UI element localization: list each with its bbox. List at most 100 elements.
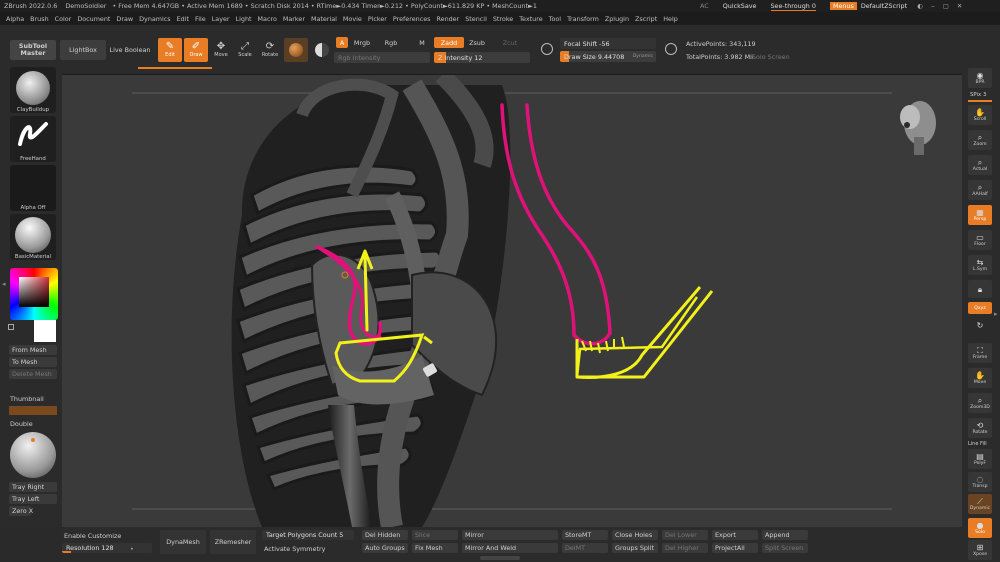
split-screen-button[interactable]: Split Screen: [762, 543, 808, 553]
menu-brush[interactable]: Brush: [30, 15, 48, 23]
frame-button[interactable]: ⛶ Frame: [968, 343, 992, 363]
to-mesh-button[interactable]: To Mesh: [9, 357, 57, 367]
menu-material[interactable]: Material: [311, 15, 337, 23]
dynamic-persp-button[interactable]: ⟋ Dynamic: [968, 494, 992, 514]
live-boolean-button[interactable]: Live Boolean: [108, 40, 152, 60]
del-higher-button[interactable]: Del Higher: [662, 543, 708, 553]
lock-button[interactable]: 🔒︎: [968, 280, 992, 298]
del-lower-button[interactable]: Del Lower: [662, 530, 708, 540]
activate-symmetry-button[interactable]: Activate Symmetry: [264, 545, 325, 553]
floor-button[interactable]: ▭ Floor: [968, 230, 992, 250]
menu-transform[interactable]: Transform: [567, 15, 599, 23]
xyz-button[interactable]: Qxyz: [968, 302, 992, 314]
menu-texture[interactable]: Texture: [519, 15, 542, 23]
rotate-axis-button[interactable]: ↻: [968, 318, 992, 332]
menu-zplugin[interactable]: Zplugin: [605, 15, 629, 23]
move-view-button[interactable]: ✋ Move: [968, 368, 992, 388]
slice-button[interactable]: Slice: [412, 530, 458, 540]
transp-button[interactable]: ◌ Transp: [968, 472, 992, 492]
canvas-viewport[interactable]: [62, 75, 962, 527]
spix-slider[interactable]: SPix 3: [970, 92, 986, 98]
del-mt-button[interactable]: DelMT: [562, 543, 608, 553]
main-color-swatch[interactable]: [8, 324, 14, 330]
thumbnail-selector[interactable]: [9, 406, 57, 415]
color-picker[interactable]: [10, 268, 58, 320]
scroll-button[interactable]: ✋ Scroll: [968, 105, 992, 125]
z-intensity-slider[interactable]: Z Intensity 12: [434, 52, 530, 63]
material-sphere-button[interactable]: [284, 38, 308, 62]
lightbox-button[interactable]: LightBox: [60, 40, 106, 60]
zcut-toggle[interactable]: Zcut: [500, 37, 520, 48]
solo-button[interactable]: ● Solo: [968, 518, 992, 538]
rgb-toggle[interactable]: Rgb: [382, 37, 400, 48]
local-symmetry-button[interactable]: ⇆ L.Sym: [968, 255, 992, 275]
menu-file[interactable]: File: [195, 15, 206, 23]
menu-draw[interactable]: Draw: [116, 15, 133, 23]
enable-customize-button[interactable]: Enable Customize: [64, 532, 121, 540]
rotate-button[interactable]: ⟳ Rotate: [258, 38, 282, 62]
rotate-view-button[interactable]: ⟲ Rotate: [968, 418, 992, 438]
tray-right-button[interactable]: Tray Right: [9, 482, 57, 492]
project-all-button[interactable]: ProjectAll: [712, 543, 758, 553]
menu-movie[interactable]: Movie: [343, 15, 362, 23]
menu-preferences[interactable]: Preferences: [393, 15, 431, 23]
actual-button[interactable]: ⌕ Actual: [968, 155, 992, 175]
dynamesh-button[interactable]: DynaMesh: [160, 530, 206, 554]
solo-screen-button[interactable]: Solo Screen: [752, 53, 790, 61]
menu-edit[interactable]: Edit: [177, 15, 189, 23]
right-tray-handle-icon[interactable]: ▸: [994, 310, 998, 318]
xpose-button[interactable]: ⊞ Xpose: [968, 540, 992, 560]
scale-button[interactable]: ⤢ Scale: [234, 38, 256, 62]
export-button[interactable]: Export: [712, 530, 758, 540]
left-tray-handle-icon[interactable]: ◂: [2, 280, 6, 288]
groups-split-button[interactable]: Groups Split: [612, 543, 658, 553]
auto-groups-button[interactable]: Auto Groups: [362, 543, 408, 553]
mirror-and-weld-button[interactable]: Mirror And Weld: [462, 543, 558, 553]
menu-stencil[interactable]: Stencil: [465, 15, 487, 23]
menu-help[interactable]: Help: [663, 15, 678, 23]
store-mt-button[interactable]: StoreMT: [562, 530, 608, 540]
sculpt-mode-button[interactable]: [538, 39, 556, 59]
menu-alpha[interactable]: Alpha: [6, 15, 24, 23]
m-toggle[interactable]: M: [416, 37, 428, 48]
brush-thumbnail[interactable]: ClayBuildup: [10, 67, 56, 113]
menu-marker[interactable]: Marker: [283, 15, 305, 23]
zsub-toggle[interactable]: Zsub: [466, 37, 488, 48]
menu-macro[interactable]: Macro: [258, 15, 277, 23]
menu-dynamics[interactable]: Dynamics: [139, 15, 171, 23]
tray-left-button[interactable]: Tray Left: [9, 494, 57, 504]
close-holes-button[interactable]: Close Holes: [612, 530, 658, 540]
polyf-button[interactable]: ▤ PolyF: [968, 449, 992, 469]
resolution-slider[interactable]: Resolution 128: [62, 543, 152, 553]
stroke-thumbnail[interactable]: FreeHand: [10, 116, 56, 162]
focal-shift-slider[interactable]: Focal Shift -56: [560, 38, 656, 49]
preview-sphere[interactable]: [10, 432, 56, 478]
menu-light[interactable]: Light: [236, 15, 252, 23]
target-polygons-slider[interactable]: Target Polygons Count 5: [262, 530, 354, 540]
a-toggle[interactable]: A: [336, 37, 348, 48]
secondary-color-swatch[interactable]: [34, 320, 56, 342]
zero-x-button[interactable]: Zero X: [9, 506, 33, 516]
menu-picker[interactable]: Picker: [368, 15, 387, 23]
material-thumbnail[interactable]: BasicMaterial: [10, 214, 56, 260]
draw-size-slider[interactable]: Draw Size 9.44708 Dynamic: [560, 51, 656, 62]
alpha-thumbnail[interactable]: Alpha Off: [10, 165, 56, 211]
brush-size-toggle[interactable]: [662, 39, 680, 59]
delete-mesh-button[interactable]: Delete Mesh: [9, 369, 57, 379]
line-fill-button[interactable]: Line Fill: [968, 441, 987, 447]
persp-button[interactable]: ▦ Persp: [968, 205, 992, 225]
menu-layer[interactable]: Layer: [212, 15, 230, 23]
menu-color[interactable]: Color: [55, 15, 72, 23]
menu-tool[interactable]: Tool: [549, 15, 561, 23]
edit-button[interactable]: ✎ Edit: [158, 38, 182, 62]
menu-zscript[interactable]: Zscript: [635, 15, 657, 23]
menus-toggle[interactable]: Menus: [829, 2, 857, 10]
texture-sphere-button[interactable]: [310, 38, 334, 62]
bottom-tray-handle[interactable]: [480, 556, 520, 560]
from-mesh-button[interactable]: From Mesh: [9, 345, 57, 355]
draw-button[interactable]: ✐ Draw: [184, 38, 208, 62]
append-button[interactable]: Append: [762, 530, 808, 540]
menu-stroke[interactable]: Stroke: [493, 15, 513, 23]
window-controls[interactable]: ◐ ‒ ▢ ✕: [917, 2, 965, 10]
bpr-button[interactable]: ◉ BPR: [968, 68, 992, 88]
